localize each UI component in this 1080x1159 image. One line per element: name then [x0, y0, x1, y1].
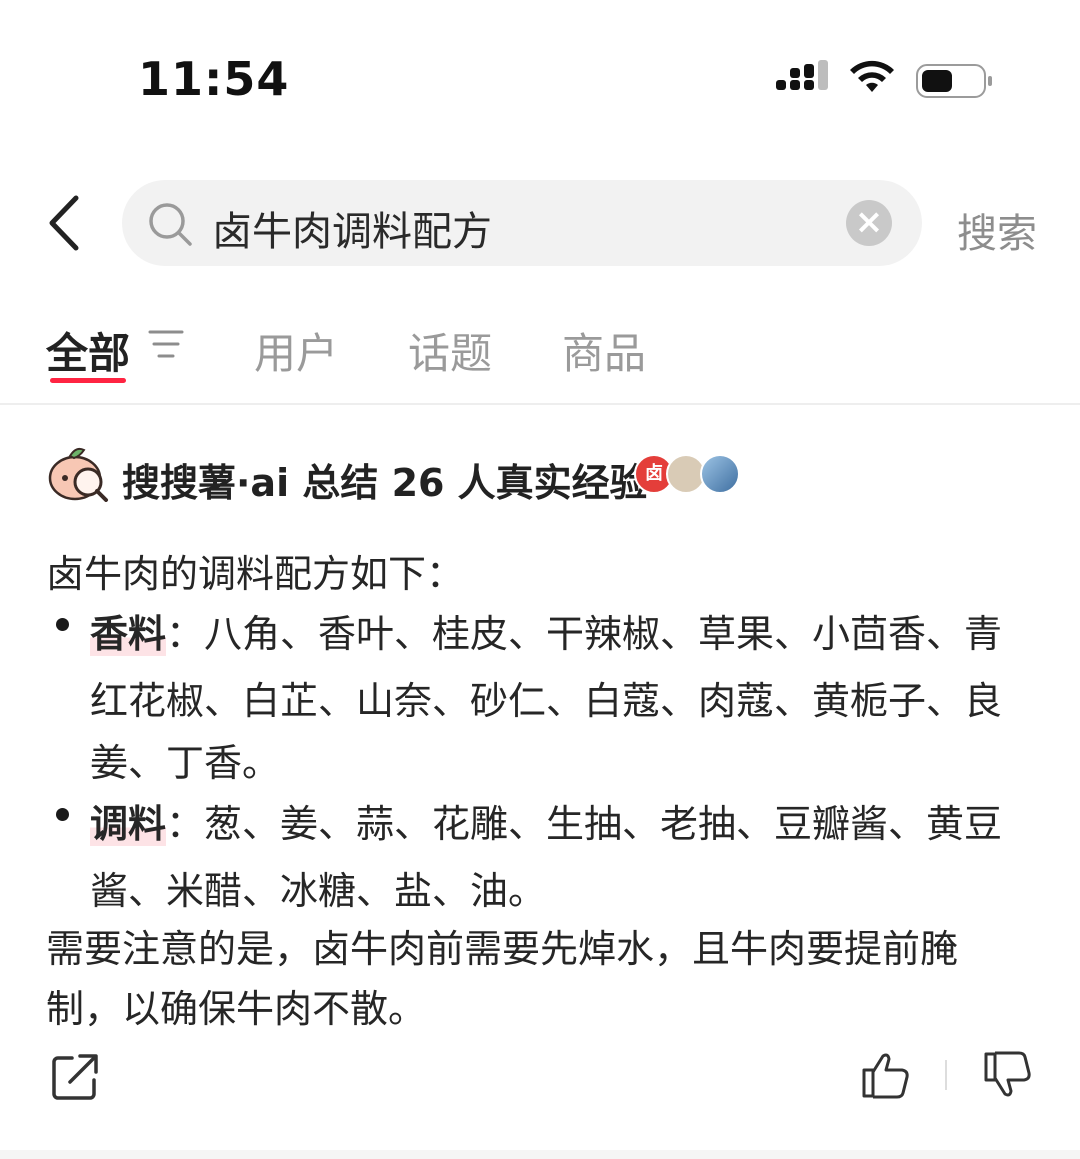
- search-button[interactable]: 搜索: [957, 201, 1037, 259]
- status-time: 11:54: [138, 52, 290, 106]
- active-tab-indicator: [50, 378, 126, 383]
- summary-note: 需要注意的是，卤牛肉前需要先焯水，且牛肉要提前腌: [46, 927, 959, 971]
- wifi-icon: [850, 60, 894, 92]
- summary-note: 制，以确保牛肉不散。: [46, 987, 427, 1031]
- search-query[interactable]: 卤牛肉调料配方: [212, 199, 492, 257]
- thumbs-down-icon[interactable]: [982, 1050, 1034, 1100]
- ai-summary-title: 搜搜薯·ai 总结 26 人真实经验: [122, 461, 648, 505]
- list-item: 调料：葱、姜、蒜、花雕、生抽、老抽、豆瓣酱、黄豆: [90, 793, 1002, 848]
- cellular-signal-icon: [776, 60, 828, 90]
- thumbs-up-icon[interactable]: [860, 1050, 912, 1100]
- avatar[interactable]: [700, 454, 740, 494]
- list-item-text: 红花椒、白芷、山奈、砂仁、白蔻、肉蔻、黄栀子、良: [90, 679, 1003, 723]
- search-icon: [149, 203, 192, 246]
- list-item-text: ：葱、姜、蒜、花雕、生抽、老抽、豆瓣酱、黄豆: [166, 802, 1003, 846]
- clear-icon[interactable]: ×: [846, 200, 892, 246]
- battery-icon: [916, 64, 992, 98]
- tab-users[interactable]: 用户: [254, 320, 338, 381]
- keyword-spices[interactable]: 香料: [90, 612, 167, 656]
- filter-icon[interactable]: [146, 326, 186, 362]
- bullet-dot: [56, 808, 69, 821]
- divider: [0, 403, 1080, 405]
- tab-products[interactable]: 商品: [562, 320, 646, 381]
- tab-all[interactable]: 全部: [46, 320, 130, 381]
- bullet-dot: [56, 618, 69, 631]
- list-item-text: ：八角、香叶、桂皮、干辣椒、草果、小茴香、青: [166, 612, 1003, 656]
- status-icons: [776, 60, 992, 98]
- back-icon[interactable]: [40, 190, 92, 256]
- ai-logo-icon: [48, 447, 108, 502]
- tab-topics[interactable]: 话题: [408, 320, 492, 381]
- list-item-text: 姜、丁香。: [90, 741, 281, 785]
- divider: [945, 1060, 947, 1090]
- keyword-seasonings[interactable]: 调料: [90, 802, 167, 846]
- summary-intro: 卤牛肉的调料配方如下：: [46, 552, 465, 596]
- share-icon[interactable]: [50, 1052, 100, 1102]
- bottom-divider: [0, 1150, 1080, 1159]
- list-item-text: 酱、米醋、冰糖、盐、油。: [90, 869, 547, 913]
- list-item: 香料：八角、香叶、桂皮、干辣椒、草果、小茴香、青: [90, 603, 1002, 658]
